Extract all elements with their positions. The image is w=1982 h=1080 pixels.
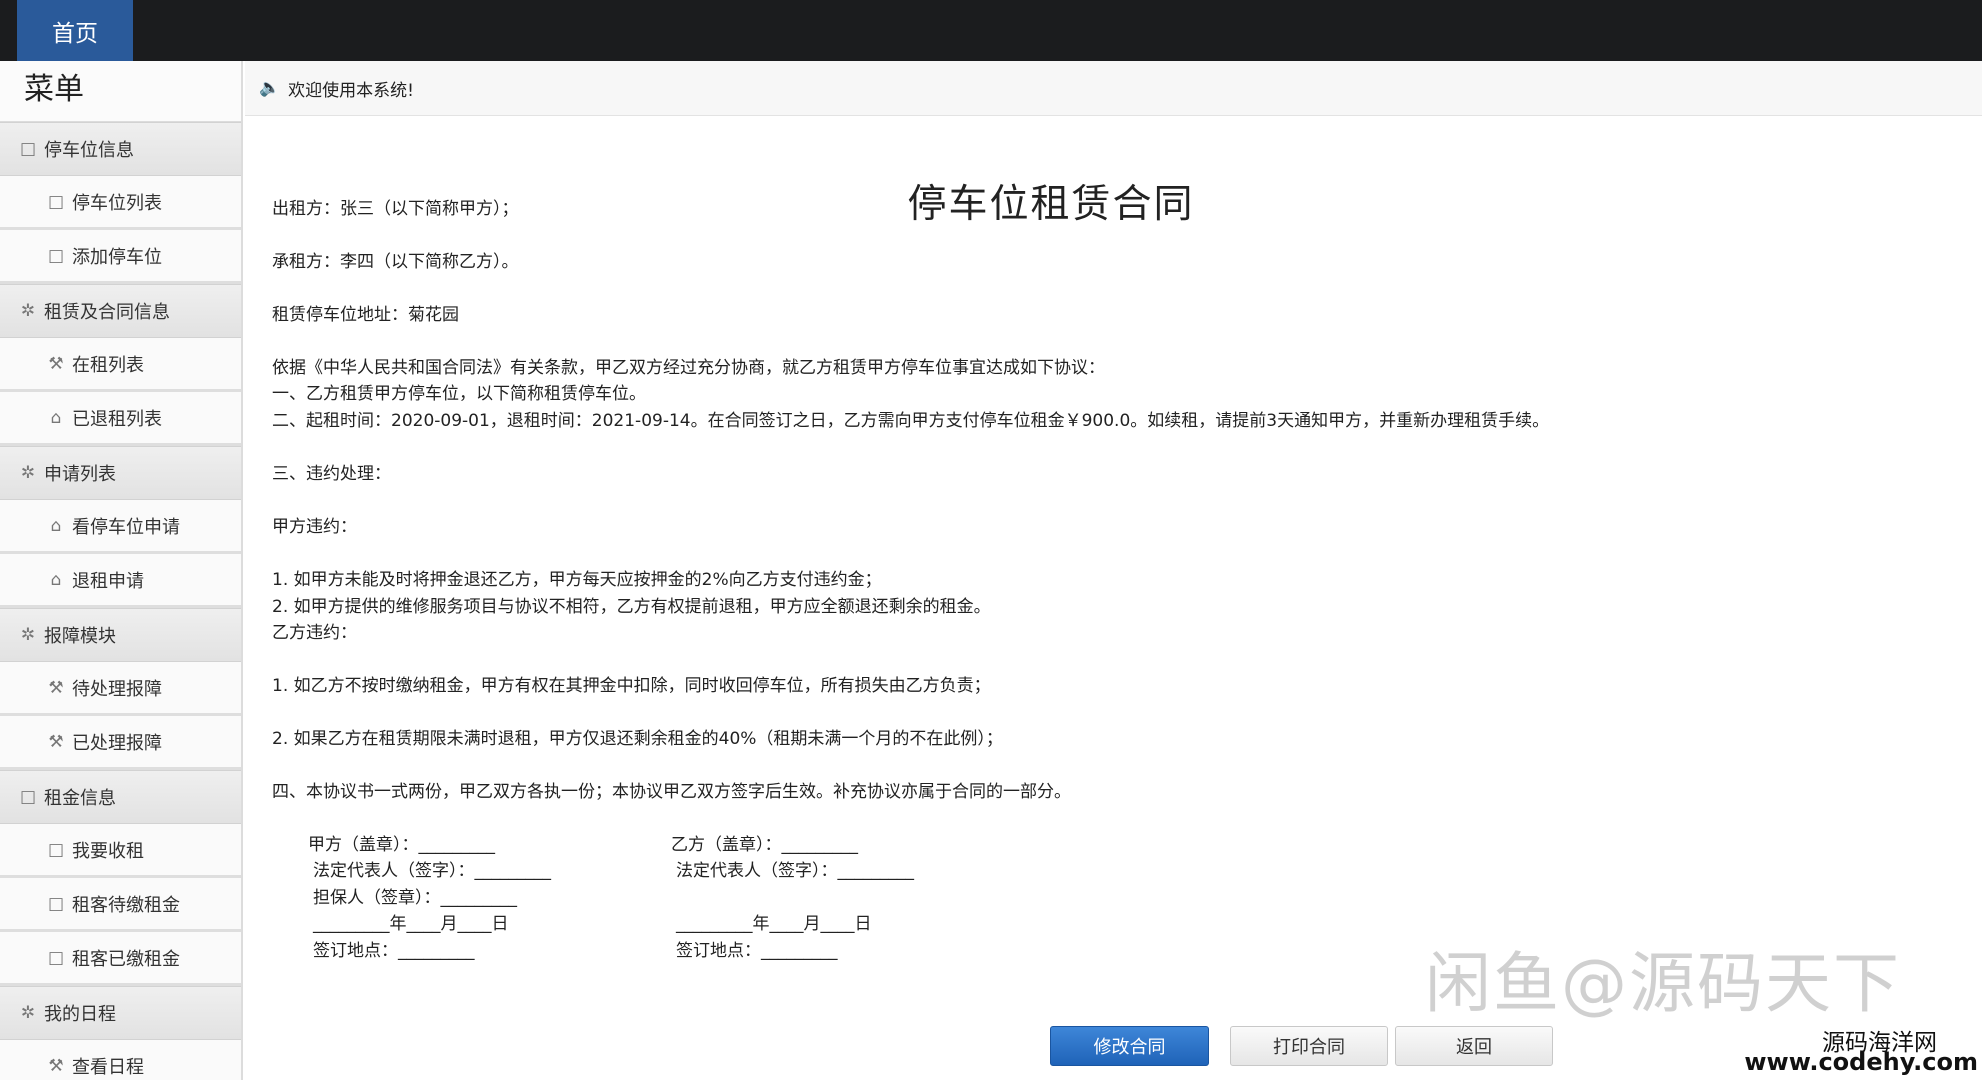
sidebar-label: 申请列表 [44,464,116,485]
sidebar-group[interactable]: ✲ 我的日程 [0,986,241,1040]
sign-party-b-date: _________年____月____日 [676,914,872,934]
sidebar-item[interactable]: ⚒ 已处理报障 [0,716,241,770]
sidebar-group[interactable]: ✲ 报障模块 [0,608,241,662]
sidebar-item[interactable]: ⌂ 看停车位申请 [0,500,241,554]
sidebar-item[interactable]: □ 停车位列表 [0,176,241,230]
sidebar-item[interactable]: ⌂ 退租申请 [0,554,241,608]
item-icon: □ [47,947,65,968]
sidebar-group[interactable]: □ 停车位信息 [0,122,241,176]
top-navbar: 首页 [0,0,1982,61]
contract-line: 乙方违约： [272,623,357,643]
item-icon: ⚒ [48,731,64,752]
sidebar-label: 待处理报障 [72,678,162,700]
item-icon: ⌂ [50,407,62,428]
contract-line: 2. 如甲方提供的维修服务项目与协议不相符，乙方有权提前退租，甲方应全额退还剩余… [272,597,991,617]
item-icon: ⚒ [48,677,64,698]
sidebar-label: 我的日程 [44,1004,116,1025]
menu-list: □ 停车位信息 □ 停车位列表 □ 添加停车位 ✲ 租赁及合同信息 ⚒ 在租列表 ⌂ 已退租列表 ✲ 申请… [0,122,241,1080]
sign-party-b-rep: 法定代表人（签字）：_________ [676,861,914,881]
print-contract-button[interactable]: 打印合同 [1230,1026,1388,1066]
welcome-text: 欢迎使用本系统! [288,80,414,101]
sidebar-label: 我要收租 [72,840,144,862]
sidebar-label: 报障模块 [44,626,116,647]
contract-line: 承租方：李四（以下简称乙方）。 [272,252,519,272]
contract-line: 2. 如果乙方在租赁期限未满时退租，甲方仅退还剩余租金的40%（租期未满一个月的… [272,729,1003,749]
sidebar-label: 查看日程 [72,1056,144,1078]
sidebar-group[interactable]: ✲ 租赁及合同信息 [0,284,241,338]
item-icon: ⚒ [48,1055,64,1076]
sidebar-label: 退租申请 [72,570,144,592]
sidebar-item[interactable]: ⚒ 查看日程 [0,1040,241,1080]
sign-party-a-place: 签订地点：_________ [313,941,475,961]
sidebar-label: 租客已缴租金 [72,948,180,970]
contract-line: 二、起租时间：2020-09-01，退租时间：2021-09-14。在合同签订之… [272,411,1550,431]
item-icon: □ [47,191,65,212]
item-icon: ⚒ [48,353,64,374]
speaker-icon: 🔈 [259,78,281,98]
watermark: 闲鱼@源码天下 [1425,945,1901,1022]
contract-line: 甲方违约： [272,517,357,537]
contract-line: 依据《中华人民共和国合同法》有关条款，甲乙双方经过充分协商，就乙方租赁甲方停车位… [272,358,1105,378]
welcome-bar: 🔈 欢迎使用本系统! [245,61,1982,116]
sign-party-a-rep: 法定代表人（签字）：_________ [313,861,551,881]
sidebar-label: 租金信息 [44,788,116,809]
sidebar-group[interactable]: ✲ 申请列表 [0,446,241,500]
edit-contract-button[interactable]: 修改合同 [1050,1026,1209,1066]
group-icon: ✲ [20,463,36,483]
corner-url-text: www.codehy.com [1744,1048,1978,1076]
sign-party-b-seal: 乙方（盖章）：_________ [671,835,858,855]
item-icon: □ [47,245,65,266]
sign-guarantor: 担保人（签章）：_________ [313,888,517,908]
item-icon: ⌂ [50,515,62,536]
home-tab[interactable]: 首页 [17,0,133,61]
sidebar-label: 停车位列表 [72,192,162,214]
sidebar-label: 已退租列表 [72,408,162,430]
sidebar-label: 添加停车位 [72,246,162,268]
sidebar-label: 租赁及合同信息 [44,302,170,323]
item-icon: □ [47,839,65,860]
sidebar: 菜单 □ 停车位信息 □ 停车位列表 □ 添加停车位 ✲ 租赁及合同信息 ⚒ 在租列表 ⌂ 已退租列表… [0,61,243,1080]
sidebar-label: 停车位信息 [44,140,134,161]
group-icon: ✲ [20,625,36,645]
contract-line: 四、本协议书一式两份，甲乙双方各执一份；本协议甲乙双方签字后生效。补充协议亦属于… [272,782,1071,802]
contract-line: 三、违约处理： [272,464,391,484]
sidebar-label: 看停车位申请 [72,516,180,538]
sidebar-label: 租客待缴租金 [72,894,180,916]
item-icon: □ [47,893,65,914]
group-icon: ✲ [20,301,36,321]
menu-title: 菜单 [0,61,241,122]
sidebar-group[interactable]: □ 租金信息 [0,770,241,824]
contract-line: 1. 如乙方不按时缴纳租金，甲方有权在其押金中扣除，同时收回停车位，所有损失由乙… [272,676,991,696]
contract-line: 1. 如甲方未能及时将押金退还乙方，甲方每天应按押金的2%向乙方支付违约金； [272,570,882,590]
sign-party-b-place: 签订地点：_________ [676,941,838,961]
sidebar-item[interactable]: □ 添加停车位 [0,230,241,284]
item-icon: ⌂ [50,569,62,590]
group-icon: □ [19,139,37,159]
sidebar-item[interactable]: ⚒ 在租列表 [0,338,241,392]
contract-line: 一、乙方租赁甲方停车位，以下简称租赁停车位。 [272,384,646,404]
sidebar-item[interactable]: □ 租客已缴租金 [0,932,241,986]
sidebar-label: 在租列表 [72,354,144,376]
sign-party-a-seal: 甲方（盖章）：_________ [308,835,495,855]
back-button[interactable]: 返回 [1395,1026,1553,1066]
sidebar-item[interactable]: □ 我要收租 [0,824,241,878]
sidebar-item[interactable]: ⚒ 待处理报障 [0,662,241,716]
group-icon: ✲ [20,1003,36,1023]
sidebar-item[interactable]: □ 租客待缴租金 [0,878,241,932]
contract-line: 租赁停车位地址：菊花园 [272,305,459,325]
contract-line: 出租方：张三（以下简称甲方）； [272,199,519,219]
group-icon: □ [19,787,37,807]
sign-party-a-date: _________年____月____日 [313,914,509,934]
sidebar-item[interactable]: ⌂ 已退租列表 [0,392,241,446]
sidebar-label: 已处理报障 [72,732,162,754]
